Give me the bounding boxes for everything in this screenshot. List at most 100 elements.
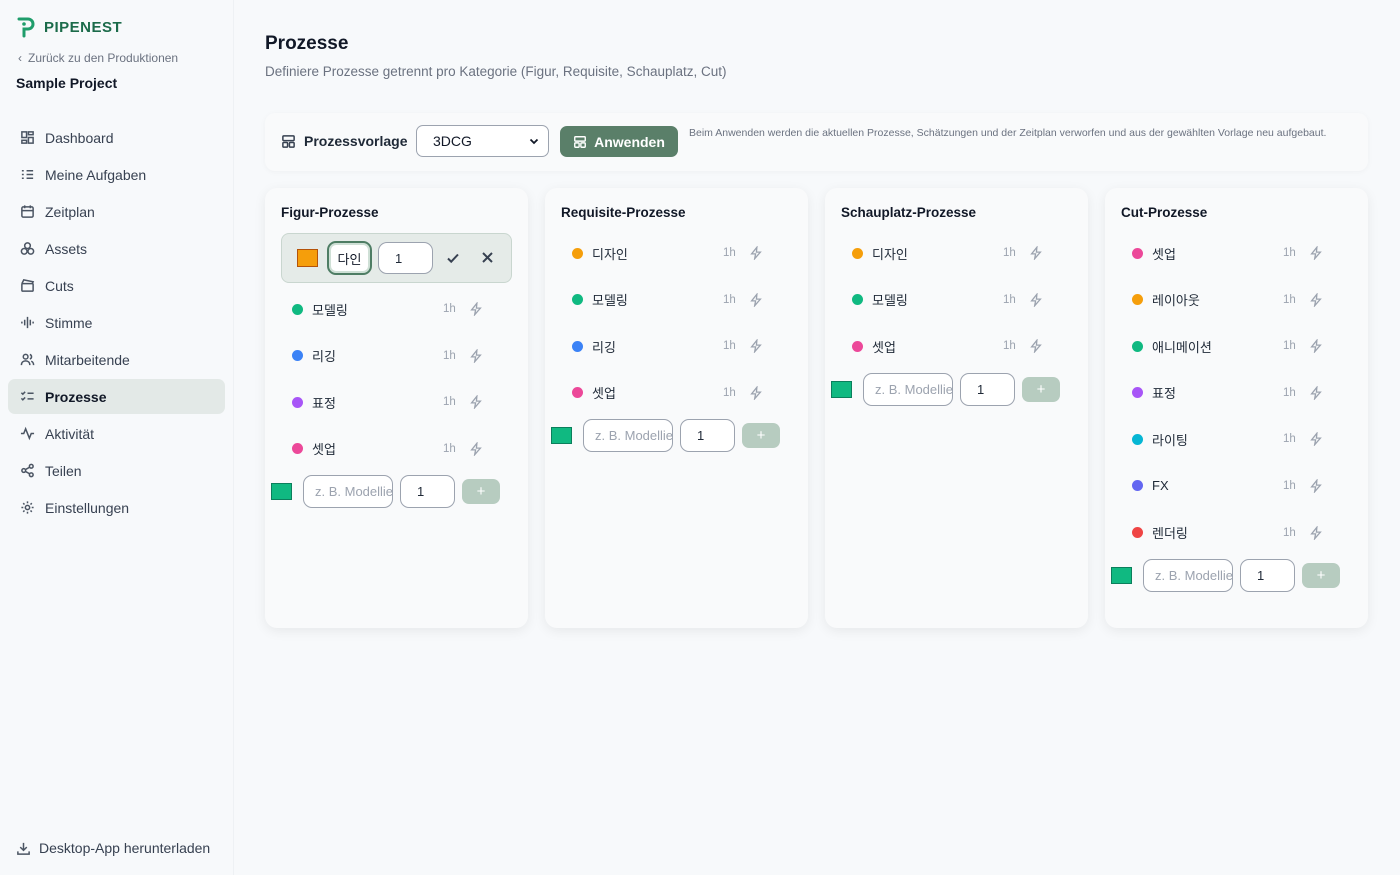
template-apply-note: Beim Anwenden werden die aktuellen Proze… — [689, 127, 1327, 139]
brand[interactable]: PIPENEST — [16, 16, 122, 38]
process-color-dot — [572, 294, 583, 306]
lightning-icon[interactable] — [469, 395, 483, 410]
process-row[interactable]: 표정 1h — [281, 382, 496, 422]
sidebar-item-assets[interactable]: Assets — [8, 231, 225, 266]
sidebar-item-label: Assets — [45, 240, 88, 257]
process-row[interactable]: 렌더링 1h — [1121, 513, 1336, 553]
new-process-count-input[interactable]: 1 — [960, 372, 1015, 406]
color-swatch[interactable] — [551, 427, 572, 445]
process-name: 애니메이션 — [1152, 339, 1212, 355]
lightning-icon[interactable] — [1309, 246, 1323, 260]
sidebar-item-schedule[interactable]: Zeitplan — [8, 194, 225, 229]
color-swatch[interactable] — [271, 483, 292, 501]
sidebar-item-processes[interactable]: Prozesse — [8, 379, 225, 414]
process-row[interactable]: 셋업 1h — [281, 429, 496, 469]
process-row[interactable]: 셋업 1h — [841, 326, 1056, 366]
download-desktop-app-link[interactable]: Desktop-App herunterladen — [16, 840, 210, 856]
lightning-icon[interactable] — [749, 339, 763, 354]
check-icon[interactable] — [446, 251, 460, 265]
process-row[interactable]: 셋업 1h — [1121, 233, 1336, 273]
process-template-bar: Prozessvorlage 3DCG Anwenden Beim Anwend… — [265, 113, 1368, 171]
sidebar-item-label: Aktivität — [45, 425, 95, 442]
lightning-icon[interactable] — [749, 246, 763, 260]
process-row[interactable]: 모델링 1h — [281, 289, 496, 329]
lightning-icon[interactable] — [1309, 525, 1323, 540]
process-row[interactable]: 라이팅 1h — [1121, 419, 1336, 459]
close-icon[interactable] — [481, 251, 494, 264]
color-swatch[interactable] — [831, 380, 852, 398]
process-row[interactable]: 애니메이션 1h — [1121, 326, 1336, 366]
lightning-icon[interactable] — [469, 348, 483, 363]
process-row[interactable]: 리깅 1h — [561, 326, 776, 366]
process-row[interactable]: 표정 1h — [1121, 373, 1336, 413]
add-process-row: z. B. Modellierung1 + — [1108, 559, 1340, 593]
process-color-dot — [1132, 387, 1143, 399]
lightning-icon[interactable] — [749, 292, 763, 307]
lightning-icon[interactable] — [1309, 432, 1323, 447]
add-process-button[interactable]: + — [742, 423, 780, 449]
process-color-dot — [292, 350, 303, 362]
lightning-icon[interactable] — [1309, 478, 1323, 493]
process-duration: 1h — [723, 293, 736, 306]
sidebar-item-voice[interactable]: Stimme — [8, 305, 225, 340]
add-process-button[interactable]: + — [462, 479, 500, 505]
add-process-button[interactable]: + — [1022, 376, 1060, 402]
sidebar-item-cuts[interactable]: Cuts — [8, 268, 225, 303]
process-duration: 1h — [1003, 293, 1016, 306]
lightning-icon[interactable] — [1029, 246, 1043, 260]
new-process-name-input[interactable]: z. B. Modellierung — [863, 372, 953, 406]
new-process-name-input[interactable]: z. B. Modellierung — [303, 475, 393, 509]
process-row[interactable]: 디자인 1h — [841, 233, 1056, 273]
sidebar-item-settings[interactable]: Einstellungen — [8, 490, 225, 525]
lightning-icon[interactable] — [749, 385, 763, 400]
process-color-dot — [1132, 294, 1143, 306]
new-process-name-input[interactable]: z. B. Modellierung — [583, 419, 673, 453]
new-process-count-input[interactable]: 1 — [400, 475, 455, 509]
process-row[interactable]: 셋업 1h — [561, 373, 776, 413]
process-name: 리깅 — [312, 349, 336, 365]
sidebar-item-dashboard[interactable]: Dashboard — [8, 120, 225, 155]
process-color-dot — [852, 340, 863, 352]
process-row[interactable]: 리깅 1h — [281, 336, 496, 376]
lightning-icon[interactable] — [1029, 339, 1043, 354]
new-process-name-input[interactable]: z. B. Modellierung — [1143, 559, 1233, 593]
card-title: Figur-Prozesse — [281, 205, 379, 220]
sidebar-item-my-tasks[interactable]: Meine Aufgaben — [8, 157, 225, 192]
sidebar-item-share[interactable]: Teilen — [8, 453, 225, 488]
lightning-icon[interactable] — [469, 302, 483, 316]
process-name-input[interactable]: 다인 — [327, 241, 372, 275]
lightning-icon[interactable] — [469, 441, 483, 456]
process-row[interactable]: 모델링 1h — [841, 280, 1056, 320]
process-count-input[interactable]: 1 — [378, 242, 433, 274]
new-process-count-input[interactable]: 1 — [680, 419, 735, 453]
process-name: 모델링 — [872, 293, 908, 309]
color-swatch[interactable] — [1111, 567, 1132, 585]
template-select[interactable]: 3DCG — [416, 125, 549, 157]
process-name: 모델링 — [592, 293, 628, 309]
process-color-dot — [852, 294, 863, 306]
process-name: 렌더링 — [1152, 526, 1188, 542]
lightning-icon[interactable] — [1309, 292, 1323, 307]
project-name: Sample Project — [16, 75, 118, 91]
download-icon — [17, 842, 30, 855]
lightning-icon[interactable] — [1309, 339, 1323, 354]
card-title: Schauplatz-Prozesse — [841, 205, 977, 220]
process-row[interactable]: 모델링 1h — [561, 280, 776, 320]
color-swatch[interactable] — [297, 249, 318, 267]
sidebar-item-members[interactable]: Mitarbeitende — [8, 342, 225, 377]
chevron-down-icon — [529, 138, 539, 145]
apply-template-button[interactable]: Anwenden — [560, 126, 678, 157]
process-row[interactable]: 디자인 1h — [561, 233, 776, 273]
sidebar-item-label: Meine Aufgaben — [45, 166, 147, 183]
process-name: 모델링 — [312, 302, 348, 318]
lightning-icon[interactable] — [1309, 385, 1323, 400]
lightning-icon[interactable] — [1029, 292, 1043, 307]
process-row[interactable]: 레이아웃 1h — [1121, 280, 1336, 320]
add-process-button[interactable]: + — [1302, 563, 1340, 589]
layout-template-icon — [282, 134, 295, 148]
process-duration: 1h — [723, 340, 736, 353]
new-process-count-input[interactable]: 1 — [1240, 559, 1295, 593]
back-to-productions-link[interactable]: ‹ Zurück zu den Produktionen — [18, 51, 178, 65]
sidebar-item-activity[interactable]: Aktivität — [8, 416, 225, 451]
process-row[interactable]: FX 1h — [1121, 466, 1336, 506]
